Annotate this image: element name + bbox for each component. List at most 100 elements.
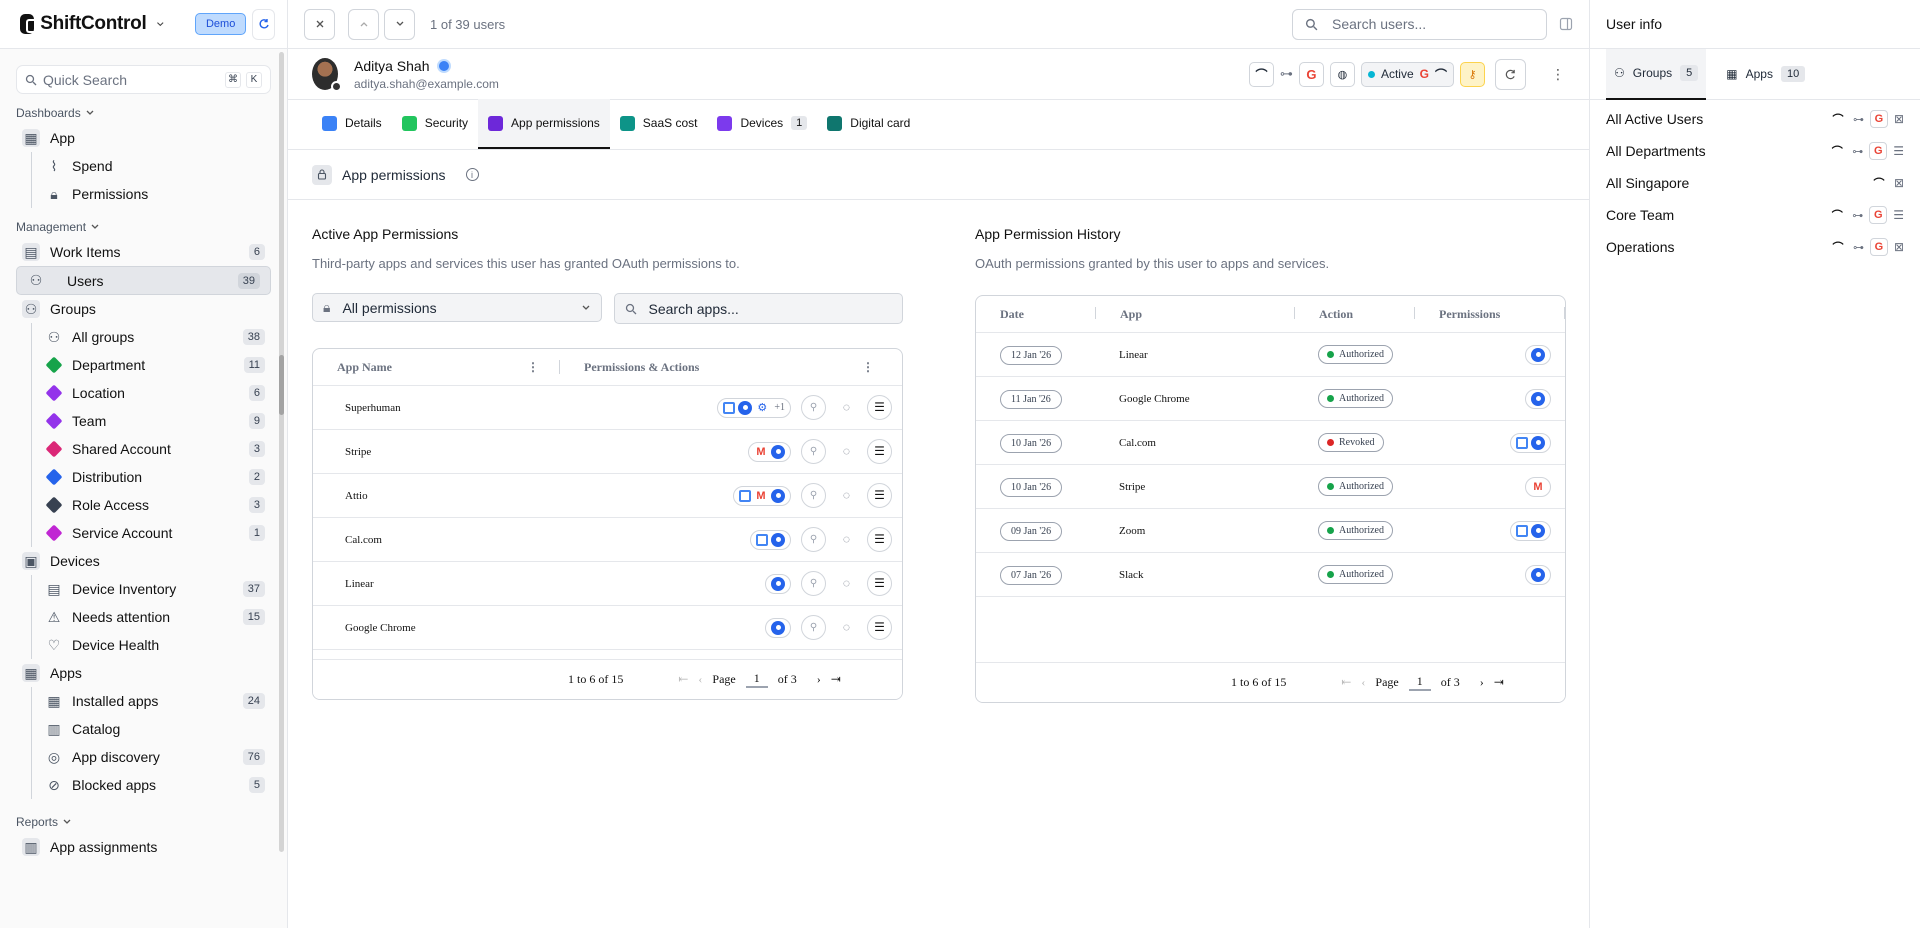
tab-digital-card[interactable]: Digital card: [817, 99, 920, 149]
tab-saas-cost[interactable]: SaaS cost: [610, 99, 708, 149]
col-app[interactable]: App: [1096, 306, 1295, 322]
next-page-icon[interactable]: ›: [817, 672, 821, 687]
sidebar-item-group[interactable]: Shared Account 3: [40, 435, 271, 463]
sidebar-item-users[interactable]: ⚇ Users 39: [16, 266, 271, 295]
first-page-icon[interactable]: ⇤: [678, 672, 688, 687]
panel-toggle-icon[interactable]: [1559, 17, 1573, 31]
key-button[interactable]: ⚷: [1460, 61, 1485, 87]
table-row[interactable]: Google Chrome ⚲ ◌ ☰: [313, 606, 902, 650]
sidebar-item-devices[interactable]: ▣ Devices: [16, 547, 271, 575]
tab-app-permissions[interactable]: App permissions: [478, 99, 610, 149]
directory-link-button[interactable]: ⌒: [1248, 61, 1274, 87]
sidebar-item-apps[interactable]: ▦ Apps: [16, 659, 271, 687]
col-permissions[interactable]: Permissions: [1415, 306, 1565, 322]
revoke-button[interactable]: ◌: [834, 395, 859, 420]
edit-avatar-icon[interactable]: [331, 81, 342, 92]
details-button[interactable]: ☰: [867, 571, 892, 596]
next-user-button[interactable]: [384, 8, 415, 40]
assign-user-button[interactable]: ⚲: [801, 439, 826, 464]
device-button[interactable]: ◍: [1329, 61, 1355, 87]
table-row[interactable]: 10 Jan '26 Stripe Authorized M: [976, 465, 1565, 509]
permission-chips[interactable]: M: [748, 441, 791, 462]
sidebar-scrollbar-thumb[interactable]: [279, 355, 284, 415]
assign-user-button[interactable]: ⚲: [801, 615, 826, 640]
group-list-item[interactable]: All Active Users ⌒ ⊶ G ⊠: [1590, 103, 1920, 135]
group-list-item[interactable]: Operations ⌒ ⊶ G ⊠: [1590, 231, 1920, 263]
last-page-icon[interactable]: ⇥: [831, 672, 841, 687]
refresh-button[interactable]: [1495, 58, 1526, 90]
column-menu-icon[interactable]: ⋮: [862, 360, 874, 375]
sidebar-scrollbar-track[interactable]: [279, 52, 284, 852]
column-menu-icon[interactable]: ⋮: [527, 360, 539, 375]
sidebar-item-app[interactable]: ⊘ Blocked apps 5: [40, 771, 271, 799]
next-page-icon[interactable]: ›: [1480, 675, 1484, 690]
details-button[interactable]: ☰: [867, 395, 892, 420]
tab-details[interactable]: Details: [312, 99, 392, 149]
quick-search[interactable]: Quick Search ⌘ K: [16, 65, 271, 94]
sidebar-item-app[interactable]: ▦ Installed apps 24: [40, 687, 271, 715]
revoke-button[interactable]: ◌: [834, 439, 859, 464]
sidebar-item-app-dashboard[interactable]: ▦ App: [16, 124, 271, 152]
google-button[interactable]: G: [1298, 61, 1324, 87]
sidebar-item-group[interactable]: Service Account 1: [40, 519, 271, 547]
sidebar-item-work-items[interactable]: ▤ Work Items 6: [16, 238, 271, 266]
table-row[interactable]: 07 Jan '26 Slack Authorized: [976, 553, 1565, 597]
table-row[interactable]: Stripe M ⚲ ◌ ☰: [313, 430, 902, 474]
permission-chips[interactable]: [1525, 564, 1551, 585]
last-page-icon[interactable]: ⇥: [1494, 675, 1504, 690]
permission-chips[interactable]: [750, 529, 791, 550]
sidebar-item-app[interactable]: ▥ Catalog: [40, 715, 271, 743]
details-button[interactable]: ☰: [867, 615, 892, 640]
sidebar-item-group[interactable]: Department 11: [40, 351, 271, 379]
permissions-filter-select[interactable]: 🔒︎ All permissions: [312, 293, 602, 322]
prev-page-icon[interactable]: ‹: [698, 672, 702, 687]
page-input[interactable]: 1: [1408, 674, 1431, 691]
tab-apps[interactable]: ▦ Apps 10: [1718, 61, 1813, 87]
group-list-item[interactable]: All Singapore ⌒ ⊠: [1590, 167, 1920, 199]
page-input[interactable]: 1: [745, 671, 768, 688]
section-management[interactable]: Management: [0, 216, 287, 238]
previous-user-button[interactable]: [348, 8, 379, 40]
permission-chips[interactable]: [765, 573, 791, 594]
table-row[interactable]: Linear ⚲ ◌ ☰: [313, 562, 902, 606]
sync-button[interactable]: [252, 8, 276, 40]
search-apps-input[interactable]: Search apps...: [613, 293, 903, 324]
permission-chips[interactable]: [765, 617, 791, 638]
permission-chips[interactable]: M: [733, 485, 791, 506]
group-list-item[interactable]: Core Team ⌒ ⊶ G ☰: [1590, 199, 1920, 231]
permission-chips[interactable]: [1525, 388, 1551, 409]
details-button[interactable]: ☰: [867, 527, 892, 552]
permission-chips[interactable]: ⚙ +1: [717, 397, 791, 418]
assign-user-button[interactable]: ⚲: [801, 527, 826, 552]
sidebar-item-group[interactable]: Role Access 3: [40, 491, 271, 519]
sidebar-item-group[interactable]: Distribution 2: [40, 463, 271, 491]
sidebar-item-groups[interactable]: ⚇ Groups: [16, 295, 271, 323]
tab-security[interactable]: Security: [392, 99, 478, 149]
assign-user-button[interactable]: ⚲: [801, 483, 826, 508]
col-date[interactable]: Date: [976, 306, 1096, 322]
table-row[interactable]: 12 Jan '26 Linear Authorized: [976, 333, 1565, 377]
sidebar-item-device[interactable]: ⚠ Needs attention 15: [40, 603, 271, 631]
revoke-button[interactable]: ◌: [834, 615, 859, 640]
sidebar-item-permissions[interactable]: 🔒︎ Permissions: [40, 180, 271, 208]
tab-devices[interactable]: Devices 1: [707, 99, 817, 149]
sidebar-item-app-assignments[interactable]: ▥ App assignments: [16, 833, 271, 861]
prev-page-icon[interactable]: ‹: [1361, 675, 1365, 690]
revoke-button[interactable]: ◌: [834, 571, 859, 596]
col-permissions[interactable]: Permissions & Actions ⋮: [560, 360, 902, 375]
col-action[interactable]: Action: [1295, 306, 1415, 322]
assign-user-button[interactable]: ⚲: [801, 395, 826, 420]
close-button[interactable]: [304, 8, 335, 40]
section-dashboards[interactable]: Dashboards: [0, 102, 287, 124]
search-users-input[interactable]: Search users...: [1292, 8, 1547, 40]
permission-chips[interactable]: M: [1525, 476, 1551, 497]
first-page-icon[interactable]: ⇤: [1341, 675, 1351, 690]
table-row[interactable]: Cal.com ⚲ ◌ ☰: [313, 518, 902, 562]
details-button[interactable]: ☰: [867, 483, 892, 508]
table-row[interactable]: Attio M ⚲ ◌ ☰: [313, 474, 902, 518]
group-list-item[interactable]: All Departments ⌒ ⊶ G ☰: [1590, 135, 1920, 167]
sidebar-item-app[interactable]: ◎ App discovery 76: [40, 743, 271, 771]
more-icon[interactable]: ⋮: [1551, 66, 1565, 83]
status-badge[interactable]: Active G ⌒: [1360, 61, 1454, 87]
sidebar-item-group[interactable]: Team 9: [40, 407, 271, 435]
